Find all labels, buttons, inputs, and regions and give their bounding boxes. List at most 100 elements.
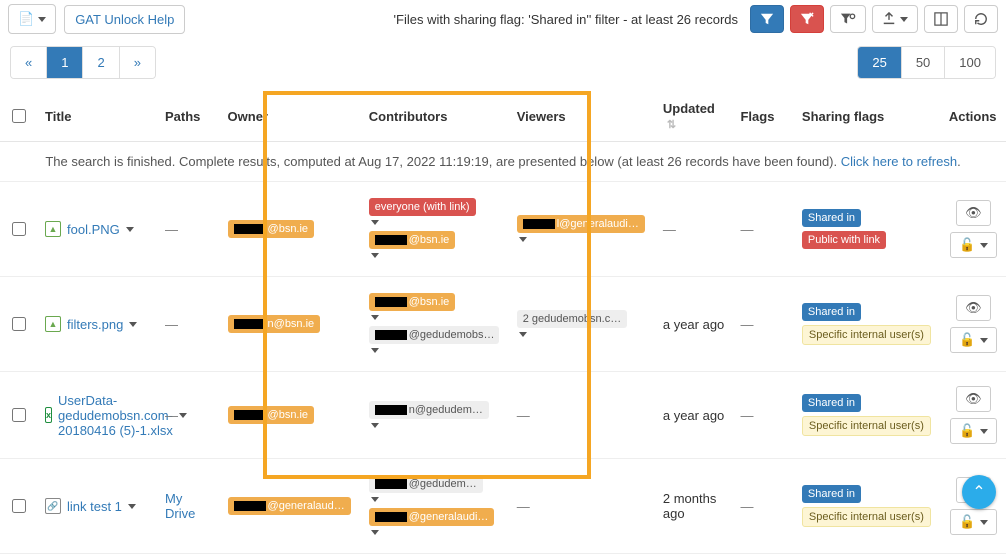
badge-shared-in: Shared in	[802, 485, 861, 503]
chip-menu-caret[interactable]	[371, 530, 379, 535]
help-link[interactable]: GAT Unlock Help	[64, 5, 185, 34]
export-dropdown-button[interactable]	[872, 5, 918, 33]
owner-chip[interactable]: @bsn.ie	[228, 406, 315, 424]
badge-public-link: Public with link	[802, 231, 886, 249]
row-checkbox[interactable]	[12, 317, 26, 331]
spreadsheet-icon: x	[45, 407, 52, 423]
flags-empty: —	[740, 499, 753, 514]
file-title-link[interactable]: filters.png	[67, 317, 123, 332]
row-menu-caret[interactable]	[129, 322, 137, 327]
eye-icon: 👁	[965, 300, 982, 316]
refresh-button[interactable]	[964, 5, 998, 33]
contributor-chip[interactable]: @gedudem…	[369, 475, 483, 493]
row-menu-caret[interactable]	[179, 413, 187, 418]
col-flags[interactable]: Flags	[732, 91, 793, 142]
col-sharing-flags[interactable]: Sharing flags	[794, 91, 941, 142]
path-link[interactable]: My Drive	[165, 491, 195, 521]
col-actions: Actions	[941, 91, 1006, 142]
clear-filter-button[interactable]	[790, 5, 824, 33]
view-action-button[interactable]: 👁	[956, 386, 991, 412]
col-updated-label: Updated	[663, 101, 715, 116]
contributor-chip[interactable]: @generalaudi…	[369, 508, 495, 526]
file-title-link[interactable]: UserData-gedudemobsn.com-20180416 (5)-1.…	[58, 393, 173, 438]
row-menu-caret[interactable]	[128, 504, 136, 509]
view-action-button[interactable]: 👁	[956, 295, 991, 321]
contributor-chip[interactable]: everyone (with link)	[369, 198, 476, 216]
paths-empty: —	[165, 408, 178, 423]
contributor-chip[interactable]: @bsn.ie	[369, 231, 456, 249]
view-action-button[interactable]: 👁	[956, 200, 991, 226]
col-contributors[interactable]: Contributors	[361, 91, 509, 142]
col-paths[interactable]: Paths	[157, 91, 220, 142]
viewers-empty: —	[517, 408, 530, 423]
results-table: Title Paths Owner Contributors Viewers U…	[0, 91, 1006, 554]
col-updated[interactable]: Updated ⇅	[655, 91, 733, 142]
paths-empty: —	[165, 317, 178, 332]
chevron-down-icon	[980, 520, 988, 525]
viewer-chip[interactable]: l@generalaudi…	[517, 215, 645, 233]
chip-menu-caret[interactable]	[371, 315, 379, 320]
owner-chip[interactable]: @generalaud…	[228, 497, 351, 515]
contributor-chip[interactable]: n@gedudem…	[369, 401, 489, 419]
chip-menu-caret[interactable]	[519, 332, 527, 337]
page-size-selector: 25 50 100	[857, 46, 996, 79]
page-prev[interactable]: «	[11, 47, 47, 78]
row-menu-caret[interactable]	[126, 227, 134, 232]
page-size-100[interactable]: 100	[945, 47, 995, 78]
badge-specific-users: Specific internal user(s)	[802, 507, 931, 527]
select-all-checkbox[interactable]	[12, 109, 26, 123]
page-next[interactable]: »	[120, 47, 155, 78]
owner-chip[interactable]: @bsn.ie	[228, 220, 315, 238]
file-title-link[interactable]: fool.PNG	[67, 222, 120, 237]
badge-specific-users: Specific internal user(s)	[802, 325, 931, 345]
columns-button[interactable]	[924, 5, 958, 33]
sort-icon: ⇅	[667, 119, 676, 131]
col-viewers[interactable]: Viewers	[509, 91, 655, 142]
chip-menu-caret[interactable]	[371, 497, 379, 502]
page-size-25[interactable]: 25	[858, 47, 901, 78]
viewers-empty: —	[517, 499, 530, 514]
chevron-down-icon	[900, 17, 908, 22]
chip-menu-caret[interactable]	[371, 348, 379, 353]
page-size-50[interactable]: 50	[902, 47, 945, 78]
chip-menu-caret[interactable]	[371, 423, 379, 428]
contributor-chip[interactable]: @bsn.ie	[369, 293, 456, 311]
chip-menu-caret[interactable]	[371, 220, 379, 225]
updated-value: a year ago	[655, 372, 733, 459]
funnel-x-icon	[800, 12, 814, 26]
pagination: « 1 2 »	[10, 46, 156, 79]
file-icon: 📄	[18, 11, 34, 27]
permissions-action-button[interactable]: 🔓	[950, 509, 996, 535]
viewer-chip[interactable]: 2 gedudemobsn.c…	[517, 310, 627, 328]
file-title-link[interactable]: link test 1	[67, 499, 122, 514]
chip-menu-caret[interactable]	[371, 253, 379, 258]
contributor-chip[interactable]: @gedudemobs…	[369, 326, 499, 344]
advanced-filter-button[interactable]	[830, 5, 866, 33]
row-checkbox[interactable]	[12, 222, 26, 236]
permissions-action-button[interactable]: 🔓	[950, 327, 996, 353]
lock-open-icon: 🔓	[959, 423, 975, 439]
updated-empty: —	[663, 222, 676, 237]
refresh-link[interactable]: Click here to refresh	[841, 154, 957, 169]
page-2[interactable]: 2	[83, 47, 119, 78]
columns-icon	[934, 12, 948, 26]
badge-shared-in: Shared in	[802, 209, 861, 227]
scroll-top-fab[interactable]: ⌃	[962, 475, 996, 509]
col-owner[interactable]: Owner	[220, 91, 361, 142]
owner-chip[interactable]: n@bsn.ie	[228, 315, 321, 333]
permissions-action-button[interactable]: 🔓	[950, 232, 996, 258]
page-1[interactable]: 1	[47, 47, 83, 78]
chip-menu-caret[interactable]	[519, 237, 527, 242]
row-checkbox[interactable]	[12, 499, 26, 513]
funnel-icon	[760, 12, 774, 26]
table-row: 🔗link test 1My Drive@generalaud…@gedudem…	[0, 459, 1006, 554]
funnel-settings-icon	[840, 12, 856, 26]
filter-button[interactable]	[750, 5, 784, 33]
file-dropdown-button[interactable]: 📄	[8, 4, 56, 34]
table-row: ▲fool.PNG—@bsn.ieeveryone (with link)@bs…	[0, 182, 1006, 277]
badge-shared-in: Shared in	[802, 303, 861, 321]
col-title[interactable]: Title	[37, 91, 157, 142]
badge-shared-in: Shared in	[802, 394, 861, 412]
permissions-action-button[interactable]: 🔓	[950, 418, 996, 444]
row-checkbox[interactable]	[12, 408, 26, 422]
